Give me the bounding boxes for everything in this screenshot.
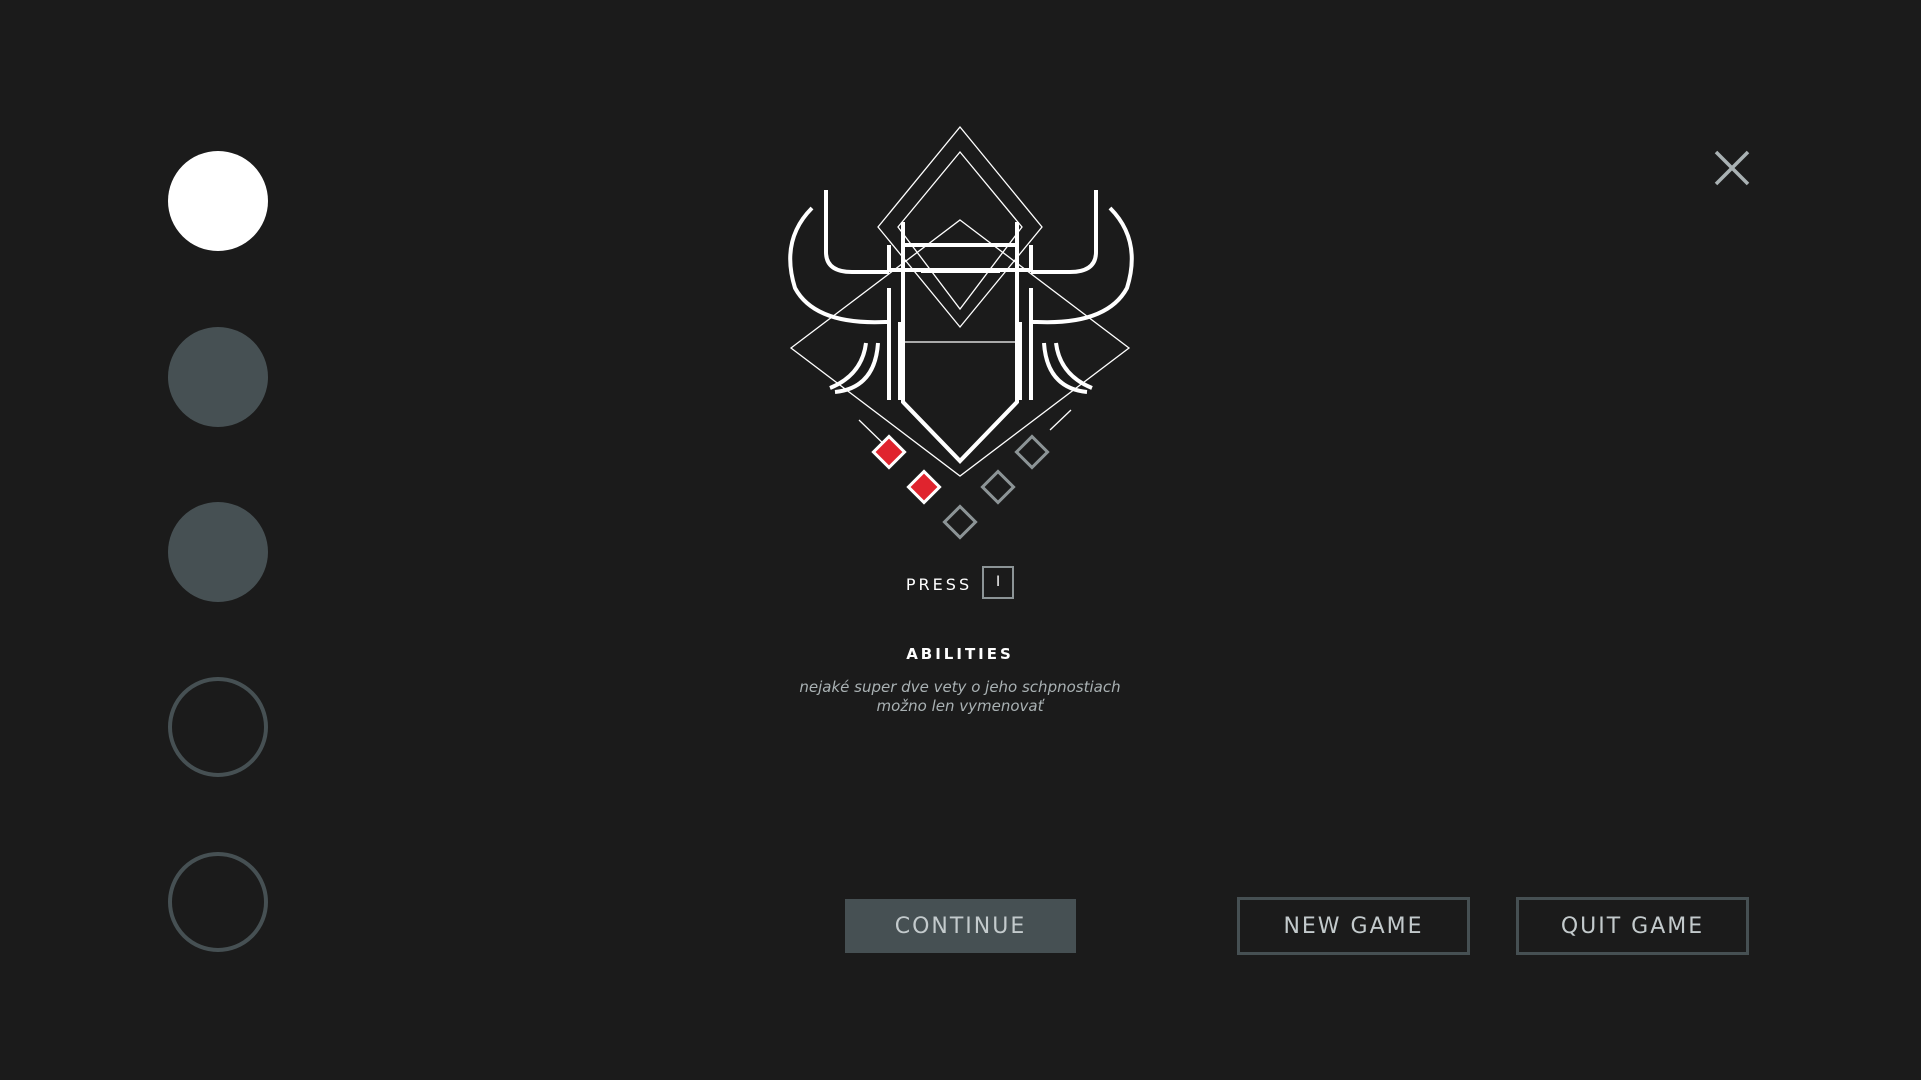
ability-pip-empty xyxy=(980,469,1016,505)
close-icon xyxy=(1714,150,1750,186)
abilities-title: ABILITIES xyxy=(906,645,1014,663)
main-menu-screen: PRESS I ABILITIES nejaké super dve vety … xyxy=(0,0,1921,1080)
press-prompt: PRESS I xyxy=(900,563,1020,601)
ability-pip-empty xyxy=(1014,434,1050,470)
ability-pip-empty xyxy=(942,504,978,540)
save-slot-4[interactable] xyxy=(168,677,268,777)
ability-pip-filled xyxy=(906,469,942,505)
close-button[interactable] xyxy=(1712,148,1752,188)
ability-pip-filled xyxy=(871,434,907,470)
quit-game-button[interactable]: QUIT GAME xyxy=(1516,897,1749,955)
new-game-button[interactable]: NEW GAME xyxy=(1237,897,1470,955)
horned-helmet-emblem-icon xyxy=(788,125,1134,540)
continue-button[interactable]: CONTINUE xyxy=(845,899,1076,953)
abilities-description: nejaké super dve vety o jeho schpnostiac… xyxy=(799,678,1121,715)
save-slot-2[interactable] xyxy=(168,327,268,427)
key-hint-badge: I xyxy=(982,565,1015,599)
save-slot-1[interactable] xyxy=(168,151,268,251)
save-slot-3[interactable] xyxy=(168,502,268,602)
press-label: PRESS xyxy=(905,574,973,594)
save-slot-5[interactable] xyxy=(168,852,268,952)
